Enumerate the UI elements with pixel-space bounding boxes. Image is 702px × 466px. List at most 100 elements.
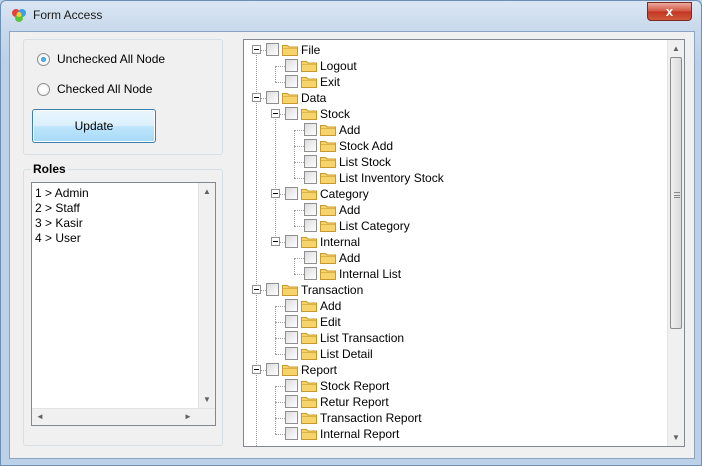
radio-button[interactable] [37, 52, 50, 66]
list-item[interactable]: 2 > Staff [35, 201, 80, 216]
tree-node[interactable]: Internal List [244, 266, 664, 282]
tree-node-checkbox[interactable] [285, 315, 298, 328]
scroll-left-icon[interactable]: ◄ [36, 412, 44, 422]
tree-node[interactable]: Add [244, 250, 664, 266]
tree-node-checkbox[interactable] [266, 43, 279, 56]
roles-group-title: Roles [31, 162, 68, 176]
tree-node[interactable]: Add [244, 122, 664, 138]
tree-node-checkbox[interactable] [285, 427, 298, 440]
close-button[interactable]: x [647, 2, 692, 21]
collapse-icon[interactable] [271, 189, 280, 198]
tree-node[interactable]: Internal [244, 234, 664, 250]
folder-icon [301, 317, 317, 328]
collapse-icon[interactable] [252, 45, 261, 54]
tree-node-label: Retur Report [320, 395, 389, 409]
tree-node-checkbox[interactable] [285, 235, 298, 248]
tree-node[interactable]: Exit [244, 74, 664, 90]
tree-node-checkbox[interactable] [285, 187, 298, 200]
tree-node[interactable]: Stock Report [244, 378, 664, 394]
tree-node-checkbox[interactable] [285, 411, 298, 424]
list-item[interactable]: 3 > Kasir [35, 216, 83, 231]
list-item[interactable]: 4 > User [35, 231, 81, 246]
folder-icon [282, 365, 298, 376]
tree-node-label: Internal [320, 235, 361, 249]
tree-node-label: List Stock [339, 155, 392, 169]
tree-node[interactable]: File [244, 42, 664, 58]
collapse-icon[interactable] [271, 109, 280, 118]
scrollbar-thumb[interactable] [670, 57, 682, 329]
tree-node-checkbox[interactable] [304, 251, 317, 264]
roles-listbox[interactable]: 1 > Admin 2 > Staff 3 > Kasir 4 > User ▲… [31, 182, 216, 426]
tree-node-checkbox[interactable] [304, 171, 317, 184]
folder-icon [301, 429, 317, 440]
tree-node[interactable]: List Category [244, 218, 664, 234]
scroll-right-icon[interactable]: ► [184, 412, 192, 422]
tree-node-checkbox[interactable] [285, 107, 298, 120]
tree-node[interactable]: Edit [244, 314, 664, 330]
tree-node-checkbox[interactable] [285, 59, 298, 72]
tree-node-checkbox[interactable] [304, 139, 317, 152]
scroll-down-icon[interactable]: ▼ [672, 433, 680, 443]
access-treeview[interactable]: File Logout Exit Data Stock Add Stock Add List … [243, 39, 685, 447]
tree-vertical-scrollbar[interactable]: ▲ ▼ [667, 40, 684, 446]
tree-node[interactable]: Logout [244, 58, 664, 74]
tree-node-label: Logout [320, 59, 357, 73]
tree-node-checkbox[interactable] [285, 395, 298, 408]
tree-node[interactable]: List Detail [244, 346, 664, 362]
roles-vertical-scrollbar[interactable]: ▲ ▼ [198, 183, 215, 408]
tree-node-checkbox[interactable] [285, 331, 298, 344]
tree-node-checkbox[interactable] [304, 123, 317, 136]
collapse-icon[interactable] [271, 237, 280, 246]
tree-node[interactable]: Retur Report [244, 394, 664, 410]
folder-icon [301, 397, 317, 408]
radio-unchecked-all[interactable]: Unchecked All Node [37, 52, 165, 66]
tree-node[interactable]: Transaction Report [244, 410, 664, 426]
tree-node-label: File [301, 43, 321, 57]
list-item[interactable]: 1 > Admin [35, 186, 89, 201]
tree-node[interactable]: List Inventory Stock [244, 170, 664, 186]
tree-node[interactable]: Transaction [244, 282, 664, 298]
folder-icon [301, 413, 317, 424]
tree-node-checkbox[interactable] [266, 363, 279, 376]
tree-node[interactable]: Category [244, 186, 664, 202]
update-button[interactable]: Update [32, 109, 156, 143]
collapse-icon[interactable] [252, 365, 261, 374]
tree-node-label: Transaction [301, 283, 364, 297]
tree-node[interactable]: List Transaction [244, 330, 664, 346]
tree-node-checkbox[interactable] [285, 75, 298, 88]
tree-node[interactable]: Stock Add [244, 138, 664, 154]
tree-node-checkbox[interactable] [304, 203, 317, 216]
scroll-up-icon[interactable]: ▲ [203, 187, 211, 197]
radio-button[interactable] [37, 82, 50, 96]
tree-node[interactable]: Internal Report [244, 426, 664, 442]
tree-node[interactable]: Data [244, 90, 664, 106]
tree-node-label: Internal Report [320, 427, 400, 441]
tree-node-checkbox[interactable] [285, 379, 298, 392]
tree-node-label: List Category [339, 219, 410, 233]
roles-horizontal-scrollbar[interactable]: ◄ ► [32, 408, 215, 425]
title-bar[interactable]: Form Access x [1, 1, 701, 29]
radio-checked-all[interactable]: Checked All Node [37, 82, 152, 96]
folder-icon [301, 189, 317, 200]
scroll-down-icon[interactable]: ▼ [203, 395, 211, 405]
tree-node[interactable]: Report [244, 362, 664, 378]
folder-icon [282, 93, 298, 104]
tree-node-checkbox[interactable] [304, 155, 317, 168]
tree-node-checkbox[interactable] [285, 347, 298, 360]
folder-icon [301, 61, 317, 72]
collapse-icon[interactable] [252, 285, 261, 294]
scroll-up-icon[interactable]: ▲ [672, 44, 680, 54]
tree-node[interactable]: Add [244, 202, 664, 218]
roles-group: Roles 1 > Admin 2 > Staff 3 > Kasir 4 > … [23, 162, 223, 446]
collapse-icon[interactable] [252, 93, 261, 102]
tree-node-checkbox[interactable] [285, 299, 298, 312]
client-area: Unchecked All Node Checked All Node Upda… [9, 31, 695, 459]
tree-node[interactable]: List Stock [244, 154, 664, 170]
tree-node-checkbox[interactable] [266, 91, 279, 104]
folder-icon [301, 109, 317, 120]
tree-node-checkbox[interactable] [304, 267, 317, 280]
tree-node[interactable]: Add [244, 298, 664, 314]
tree-node-checkbox[interactable] [304, 219, 317, 232]
tree-node[interactable]: Stock [244, 106, 664, 122]
tree-node-checkbox[interactable] [266, 283, 279, 296]
